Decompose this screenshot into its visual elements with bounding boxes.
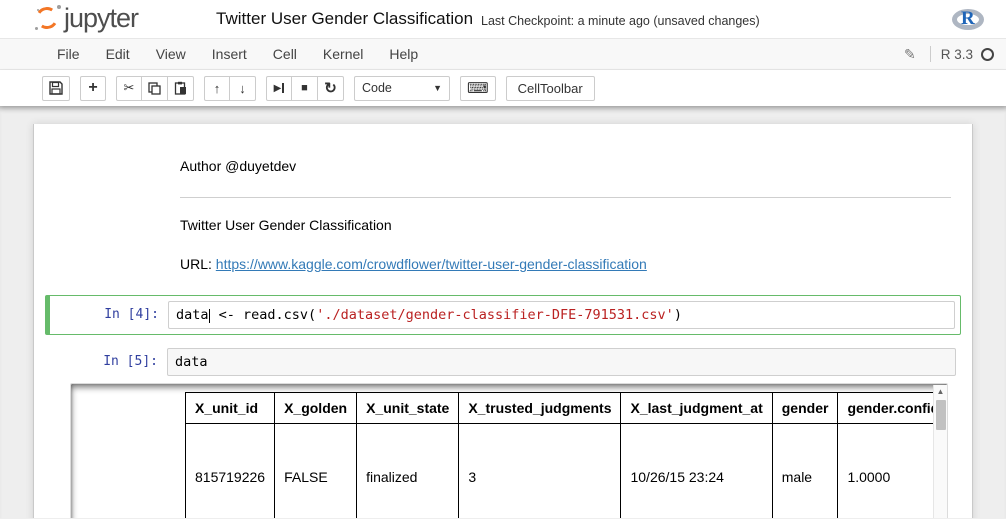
code-token: <- read.csv( [211, 307, 317, 323]
col-x-unit-state: X_unit_state [357, 393, 459, 424]
interrupt-kernel-button[interactable]: ■ [292, 76, 318, 101]
step-bar-icon [282, 83, 284, 93]
move-cell-up-button[interactable]: ↑ [204, 76, 230, 101]
dataframe-table: X_unit_id X_golden X_unit_state X_truste… [185, 392, 948, 518]
scrollbar-thumb[interactable] [936, 400, 946, 430]
code-input-4[interactable]: data <- read.csv('./dataset/gender-class… [168, 301, 955, 329]
copy-icon [148, 82, 161, 95]
cell-type-dropdown[interactable]: Code ▼ [354, 76, 450, 101]
input-prompt-4: In [4]: [51, 301, 168, 329]
cell-x-trusted-judgments: 3 [459, 424, 621, 519]
cell-gender-confidence: 1.0000 [838, 424, 948, 519]
code-token: data [176, 307, 209, 323]
url-line: URL: https://www.kaggle.com/crowdflower/… [175, 251, 956, 278]
menu-kernel[interactable]: Kernel [310, 40, 376, 68]
input-prompt-5: In [5]: [50, 348, 167, 376]
cell-x-unit-state: finalized [357, 424, 459, 519]
chevron-down-icon: ▼ [433, 83, 442, 93]
col-gender-confidence: gender.confidence [838, 393, 948, 424]
notebook-title[interactable]: Twitter User Gender Classification [216, 9, 473, 29]
cell-gender: male [772, 424, 838, 519]
kernel-name-label: R 3.3 [941, 47, 973, 62]
table-row: 815719226 FALSE finalized 3 10/26/15 23:… [186, 424, 949, 519]
menu-cell[interactable]: Cell [260, 40, 310, 68]
menubar: File Edit View Insert Cell Kernel Help ✎… [0, 39, 1006, 70]
author-text: Author @duyetdev [175, 153, 956, 180]
markdown-divider [180, 197, 951, 198]
col-x-golden: X_golden [275, 393, 357, 424]
col-x-trusted-judgments: X_trusted_judgments [459, 393, 621, 424]
menu-edit[interactable]: Edit [93, 40, 143, 68]
col-gender: gender [772, 393, 838, 424]
notebook-container: Author @duyetdev Twitter User Gender Cla… [33, 124, 973, 518]
code-input-5[interactable]: data [167, 348, 956, 376]
notebook-header: jupyter Twitter User Gender Classificati… [0, 0, 1006, 39]
copy-cell-button[interactable] [142, 76, 168, 101]
cell-x-golden: FALSE [275, 424, 357, 519]
text-cursor [209, 309, 210, 323]
cell-x-unit-id: 815719226 [186, 424, 275, 519]
add-cell-button[interactable]: + [80, 76, 106, 101]
scroll-up-arrow-icon[interactable]: ▲ [934, 385, 947, 398]
play-icon: ▶ [274, 83, 282, 94]
code-token: ) [674, 307, 682, 323]
notebook-site: Author @duyetdev Twitter User Gender Cla… [0, 106, 1006, 518]
celltoolbar-button[interactable]: CellToolbar [506, 76, 595, 101]
output-scroll-area[interactable]: X_unit_id X_golden X_unit_state X_truste… [70, 383, 948, 518]
command-palette-button[interactable]: ⌨ [460, 76, 496, 101]
r-kernel-logo: R [952, 6, 984, 32]
code-string-token: './dataset/gender-classifier-DFE-791531.… [316, 307, 674, 323]
toolbar: + ✂ ↑ ↓ ▶ ■ ↻ Code ▼ ⌨ CellToolbar [0, 70, 1006, 106]
menu-insert[interactable]: Insert [199, 40, 260, 68]
cell-x-last-judgment-at: 10/26/15 23:24 [621, 424, 772, 519]
code-cell-4[interactable]: In [4]: data <- read.csv('./dataset/gend… [45, 295, 961, 335]
code-token: data [175, 354, 208, 370]
cell-type-value: Code [362, 81, 392, 95]
jupyter-logo-text: jupyter [64, 5, 138, 33]
menubar-divider [930, 46, 931, 62]
paste-icon [174, 81, 187, 95]
floppy-icon [49, 81, 63, 95]
pencil-icon[interactable]: ✎ [904, 46, 916, 63]
r-logo-letter: R [961, 8, 975, 30]
markdown-cell-author[interactable]: Author @duyetdev [45, 148, 961, 207]
menu-file[interactable]: File [44, 40, 93, 68]
description-title: Twitter User Gender Classification [175, 212, 956, 239]
restart-kernel-button[interactable]: ↻ [318, 76, 344, 101]
url-prefix: URL: [180, 256, 216, 272]
col-x-unit-id: X_unit_id [186, 393, 275, 424]
move-cell-down-button[interactable]: ↓ [230, 76, 256, 101]
col-x-last-judgment-at: X_last_judgment_at [621, 393, 772, 424]
table-header-row: X_unit_id X_golden X_unit_state X_truste… [186, 393, 949, 424]
kaggle-dataset-link[interactable]: https://www.kaggle.com/crowdflower/twitt… [216, 256, 647, 272]
code-cell-5[interactable]: In [5]: data [45, 343, 961, 381]
run-cell-button[interactable]: ▶ [266, 76, 292, 101]
checkpoint-status: Last Checkpoint: a minute ago (unsaved c… [481, 11, 760, 28]
jupyter-planet-icon [35, 5, 61, 31]
menu-view[interactable]: View [143, 40, 199, 68]
output-vertical-scrollbar[interactable]: ▲ [933, 385, 947, 518]
cut-cell-button[interactable]: ✂ [116, 76, 142, 101]
save-button[interactable] [42, 76, 70, 101]
menu-help[interactable]: Help [376, 40, 431, 68]
paste-cell-button[interactable] [168, 76, 194, 101]
kernel-idle-icon [981, 48, 994, 61]
jupyter-logo[interactable]: jupyter [35, 5, 138, 33]
markdown-cell-description[interactable]: Twitter User Gender Classification URL: … [45, 207, 961, 283]
